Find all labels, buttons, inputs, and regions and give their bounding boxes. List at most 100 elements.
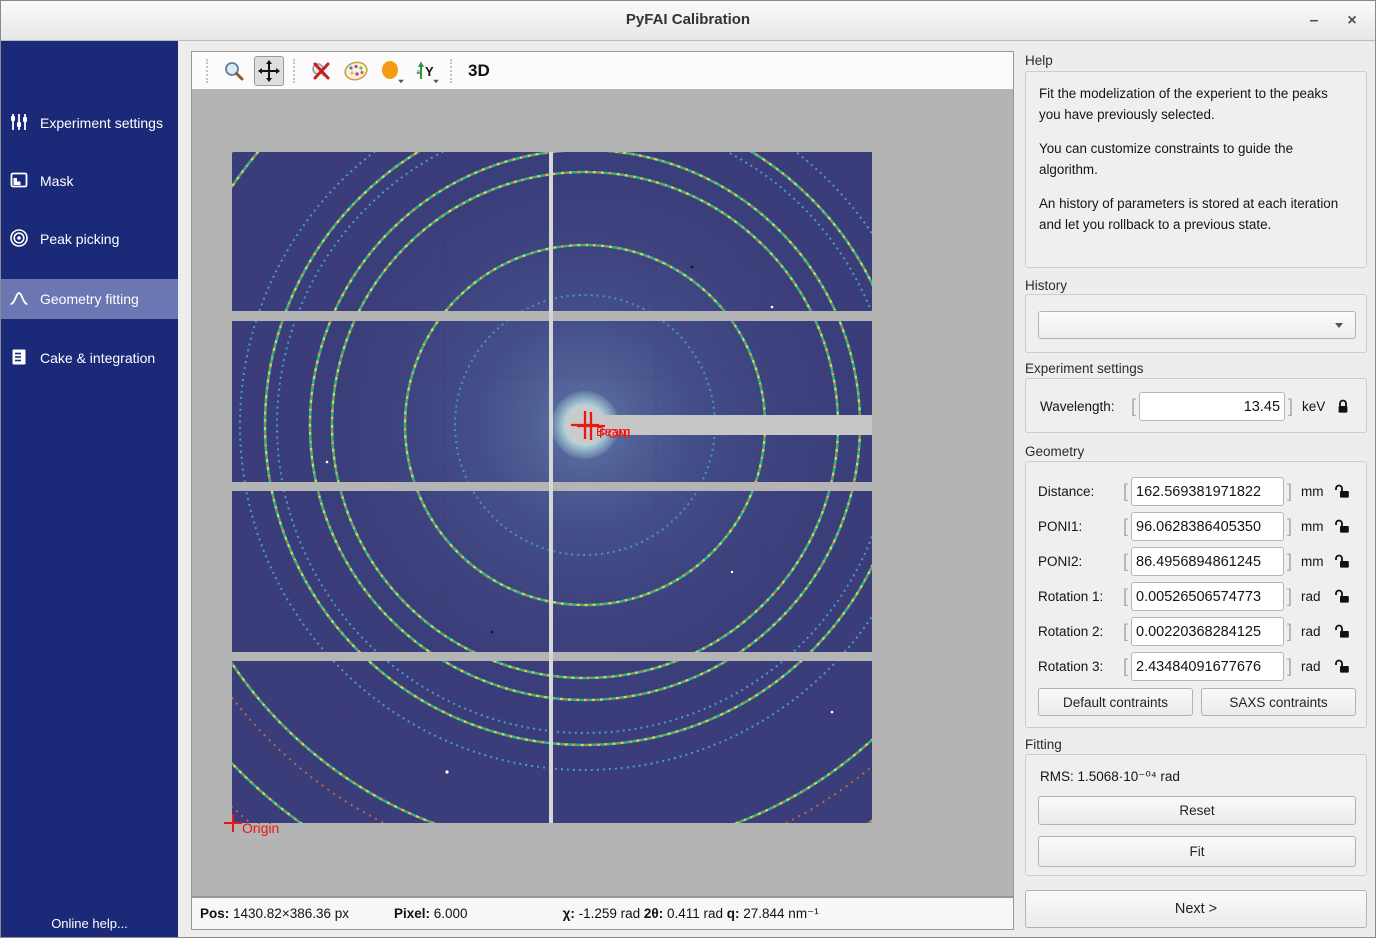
sidebar-item-experiment-settings[interactable]: Experiment settings (1, 103, 178, 143)
beamstop-arm (598, 415, 872, 435)
rotation3-input[interactable]: 2.43484091677676 (1131, 652, 1284, 681)
rms-value: RMS: 1.5068·10⁻⁰⁴ rad (1040, 769, 1180, 785)
distance-unit: mm (1301, 484, 1331, 499)
help-section-title: Help (1025, 53, 1053, 68)
history-section-title: History (1025, 278, 1067, 293)
experiment-box: Wavelength: [ 13.45 ] keV (1025, 378, 1367, 433)
wavelength-unit: keV (1302, 399, 1332, 414)
sidebar-item-peak-picking[interactable]: Peak picking (1, 219, 178, 259)
distance-label: Distance: (1038, 484, 1120, 499)
geometry-section-title: Geometry (1025, 444, 1084, 459)
3d-view-button[interactable]: 3D (463, 56, 495, 86)
toolbar-grip[interactable] (206, 59, 210, 83)
distance-input[interactable]: 162.569381971822 (1131, 477, 1284, 506)
sidebar-item-label: Cake & integration (40, 350, 155, 366)
fitting-section-title: Fitting (1025, 737, 1062, 752)
bracket-close: ] (1284, 656, 1295, 677)
module-gap (549, 152, 553, 823)
curve-icon (9, 288, 29, 311)
poni1-label: PONI1: (1038, 519, 1120, 534)
chi-value: -1.259 rad (575, 906, 644, 921)
reset-button[interactable]: Reset (1038, 796, 1356, 825)
app-window: PyFAI Calibration – × Experiment setting… (0, 0, 1376, 938)
pixel-label: Pixel: (394, 906, 430, 921)
fit-button[interactable]: Fit (1038, 836, 1356, 867)
poni2-unit: mm (1301, 554, 1331, 569)
y-axis-icon[interactable]: Ya (411, 56, 441, 86)
mask-icon (9, 170, 29, 193)
bracket-open: [ (1128, 396, 1139, 417)
help-paragraph: Fit the modelization of the experient to… (1039, 83, 1353, 126)
minimize-button[interactable]: – (1301, 9, 1327, 33)
close-button[interactable]: × (1339, 9, 1365, 33)
saxs-constraints-button[interactable]: SAXS contraints (1201, 688, 1356, 716)
lock-open-icon[interactable] (1335, 659, 1351, 674)
rotation3-label: Rotation 3: (1038, 659, 1120, 674)
rotation2-unit: rad (1301, 624, 1331, 639)
poni2-label: PONI2: (1038, 554, 1120, 569)
q-label: q: (727, 906, 740, 921)
document-icon (9, 347, 29, 370)
svg-text:Y: Y (425, 64, 434, 79)
target-icon (9, 228, 29, 251)
unzoom-icon[interactable] (306, 56, 336, 86)
lock-closed-icon[interactable] (1336, 399, 1350, 414)
pan-icon[interactable] (254, 56, 284, 86)
bracket-close: ] (1284, 586, 1295, 607)
next-button[interactable]: Next > (1025, 890, 1367, 928)
rotation2-input[interactable]: 0.00220368284125 (1131, 617, 1284, 646)
plot-toolbar: Ya 3D (192, 52, 1013, 89)
sidebar-item-geometry-fitting[interactable]: Geometry fitting (1, 279, 178, 319)
poni1-input[interactable]: 96.0628386405350 (1131, 512, 1284, 541)
bracket-close: ] (1284, 551, 1295, 572)
rotation1-unit: rad (1301, 589, 1331, 604)
points-icon[interactable] (376, 56, 406, 86)
chevron-down-icon (1335, 323, 1343, 328)
lock-open-icon[interactable] (1335, 484, 1351, 499)
bracket-open: [ (1120, 516, 1131, 537)
sidebar-item-label: Mask (40, 173, 73, 189)
history-dropdown[interactable] (1038, 311, 1356, 339)
geometry-box: Distance: [ 162.569381971822 ] mm PONI1:… (1025, 461, 1367, 728)
fitting-box: RMS: 1.5068·10⁻⁰⁴ rad Reset Fit (1025, 754, 1367, 876)
q-value: 27.844 nm⁻¹ (740, 906, 819, 921)
sidebar-item-label: Geometry fitting (40, 291, 139, 307)
lock-open-icon[interactable] (1335, 519, 1351, 534)
plot-frame: Ya 3D (191, 51, 1014, 897)
bracket-open: [ (1120, 551, 1131, 572)
wavelength-input[interactable]: 13.45 (1139, 392, 1285, 421)
diffraction-plot[interactable]: Beam PONI Origin (192, 89, 1013, 896)
bracket-close: ] (1284, 516, 1295, 537)
pos-label: Pos: (200, 906, 229, 921)
sidebar-item-cake-integration[interactable]: Cake & integration (1, 338, 178, 378)
poni1-unit: mm (1301, 519, 1331, 534)
sidebar: Experiment settings Mask Peak picking Ge… (1, 41, 178, 938)
bracket-close: ] (1284, 621, 1295, 642)
chevron-down-icon (398, 79, 404, 83)
help-paragraph: An history of parameters is stored at ea… (1039, 193, 1353, 236)
pixel-value: 6.000 (430, 906, 468, 921)
bracket-close: ] (1285, 396, 1296, 417)
colormap-icon[interactable] (341, 56, 371, 86)
default-constraints-button[interactable]: Default contraints (1038, 688, 1193, 716)
detector-image: Beam PONI Origin (192, 89, 1013, 896)
ttheta-label: 2θ: (644, 906, 663, 921)
lock-open-icon[interactable] (1335, 624, 1351, 639)
chevron-down-icon (433, 79, 439, 83)
poni2-input[interactable]: 86.4956894861245 (1131, 547, 1284, 576)
toolbar-grip[interactable] (450, 59, 454, 83)
lock-open-icon[interactable] (1335, 589, 1351, 604)
chi-label: χ: (563, 906, 575, 921)
sidebar-item-label: Experiment settings (40, 115, 163, 131)
pos-value: 1430.82×386.36 px (229, 906, 349, 921)
sidebar-item-mask[interactable]: Mask (1, 161, 178, 201)
online-help-link[interactable]: Online help... (1, 916, 178, 931)
toolbar-grip[interactable] (293, 59, 297, 83)
ttheta-value: 0.411 rad (663, 906, 727, 921)
sidebar-item-label: Peak picking (40, 231, 119, 247)
zoom-icon[interactable] (219, 56, 249, 86)
rotation1-input[interactable]: 0.00526506574773 (1131, 582, 1284, 611)
rotation3-unit: rad (1301, 659, 1331, 674)
poni-label: PONI (599, 426, 631, 441)
lock-open-icon[interactable] (1335, 554, 1351, 569)
